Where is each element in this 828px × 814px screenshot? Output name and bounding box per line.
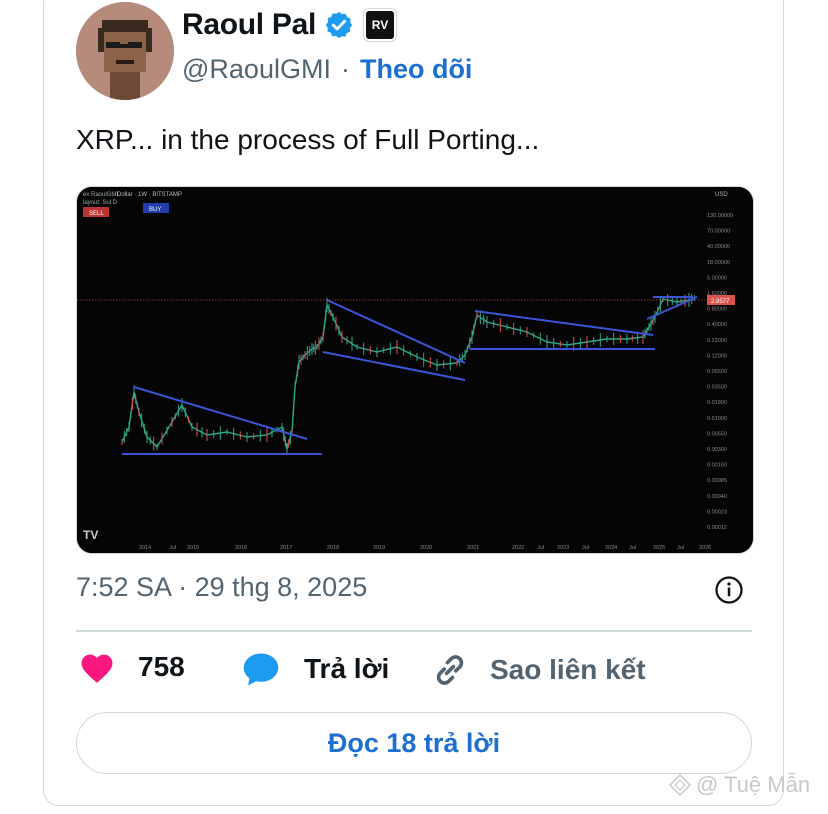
diamond-logo-icon — [668, 773, 692, 797]
x-tick-label: 2017 — [280, 545, 292, 551]
x-tick-label: 2022 — [512, 545, 524, 551]
tweet-text: XRP... in the process of Full Porting... — [76, 124, 540, 155]
y-tick-label: 0.00160 — [707, 463, 727, 469]
verified-badge-icon — [325, 11, 353, 39]
chart-header: Dollar · 1W · BITSTAMP — [117, 192, 182, 198]
handle-row: @RaoulGMI · Theo dõi — [182, 54, 472, 85]
watermark: @ Tuệ Mẫn — [668, 772, 810, 798]
y-tick-label: 0.01900 — [707, 400, 727, 406]
copy-link-button[interactable]: Sao liên kết — [430, 650, 646, 690]
y-tick-label: 0.00012 — [707, 525, 727, 531]
x-tick-label: 2016 — [235, 545, 247, 551]
heart-icon — [81, 654, 113, 683]
reply-button[interactable]: Trả lời — [240, 650, 389, 688]
x-tick-label: Jul — [629, 545, 636, 551]
y-tick-label: 0.00023 — [707, 509, 727, 515]
author-name-row: Raoul Pal RV — [182, 8, 394, 42]
tweet-timestamp[interactable]: 7:52 SA · 29 thg 8, 2025 — [76, 572, 367, 603]
y-tick-label: 0.12000 — [707, 353, 727, 359]
y-tick-label: 0.00300 — [707, 447, 727, 453]
y-tick-label: 0.40000 — [707, 322, 727, 328]
x-tick-label: 2015 — [187, 545, 199, 551]
y-tick-label: 70.00000 — [707, 229, 730, 235]
chart-top-left-line-2: layout: Sul D — [83, 200, 118, 206]
chart-image[interactable]: ex RaoulGMI layout: Sul D SELL BUY Dolla… — [76, 186, 754, 554]
divider — [76, 630, 752, 632]
like-count: 758 — [138, 651, 185, 682]
x-tick-label: 2019 — [373, 545, 385, 551]
x-tick-label: 2020 — [420, 545, 432, 551]
y-tick-label: 0.06500 — [707, 369, 727, 375]
avatar[interactable] — [76, 2, 174, 100]
tradingview-logo-icon: TV — [83, 528, 98, 542]
x-tick-label: Jul — [537, 545, 544, 551]
info-icon[interactable] — [714, 575, 744, 605]
x-tick-label: 2014 — [139, 545, 151, 551]
y-tick-label: 0.22000 — [707, 338, 727, 344]
y-tick-label: 0.03500 — [707, 385, 727, 391]
x-tick-label: Jul — [582, 545, 589, 551]
x-tick-label: 2023 — [557, 545, 569, 551]
price-label: 2.8577 — [711, 299, 730, 305]
x-tick-label: 2025 — [653, 545, 665, 551]
chart-sell-label: SELL — [89, 211, 104, 217]
y-tick-label: 0.01000 — [707, 416, 727, 422]
y-tick-label: 0.00550 — [707, 431, 727, 437]
y-tick-label: 5.00000 — [707, 275, 727, 281]
watermark-text: @ Tuệ Mẫn — [696, 772, 811, 797]
chart-currency: USD — [715, 192, 728, 198]
author-handle[interactable]: @RaoulGMI — [182, 54, 331, 85]
author-name[interactable]: Raoul Pal — [182, 8, 316, 42]
xrp-chart: ex RaoulGMI layout: Sul D SELL BUY Dolla… — [77, 187, 753, 553]
y-tick-label: 0.80000 — [707, 307, 727, 313]
rv-badge-icon: RV — [366, 11, 394, 39]
y-tick-label: 0.00040 — [707, 494, 727, 500]
reply-label: Trả lời — [304, 653, 390, 684]
link-icon — [436, 655, 464, 685]
copy-link-label: Sao liên kết — [490, 654, 646, 685]
y-tick-label: 0.00085 — [707, 478, 727, 484]
reply-bubble-icon — [243, 653, 279, 686]
follow-button[interactable]: Theo dõi — [360, 54, 472, 85]
y-tick-label: 18.00000 — [707, 260, 730, 266]
x-tick-label: Jul — [677, 545, 684, 551]
chart-buy-label: BUY — [149, 207, 161, 213]
y-tick-label: 1.60000 — [707, 291, 727, 297]
y-tick-label: 130.00000 — [707, 213, 733, 219]
x-tick-label: 2024 — [605, 545, 617, 551]
x-tick-label: Jul — [169, 545, 176, 551]
separator: · — [340, 54, 350, 84]
like-button[interactable]: 758 — [78, 650, 185, 684]
x-tick-label: 2021 — [467, 545, 479, 551]
chart-top-left-line-1: ex RaoulGMI — [83, 192, 118, 198]
read-replies-button[interactable]: Đọc 18 trả lời — [76, 712, 752, 774]
x-tick-label: 2026 — [699, 545, 711, 551]
x-tick-label: 2018 — [327, 545, 339, 551]
y-tick-label: 40.00000 — [707, 244, 730, 250]
